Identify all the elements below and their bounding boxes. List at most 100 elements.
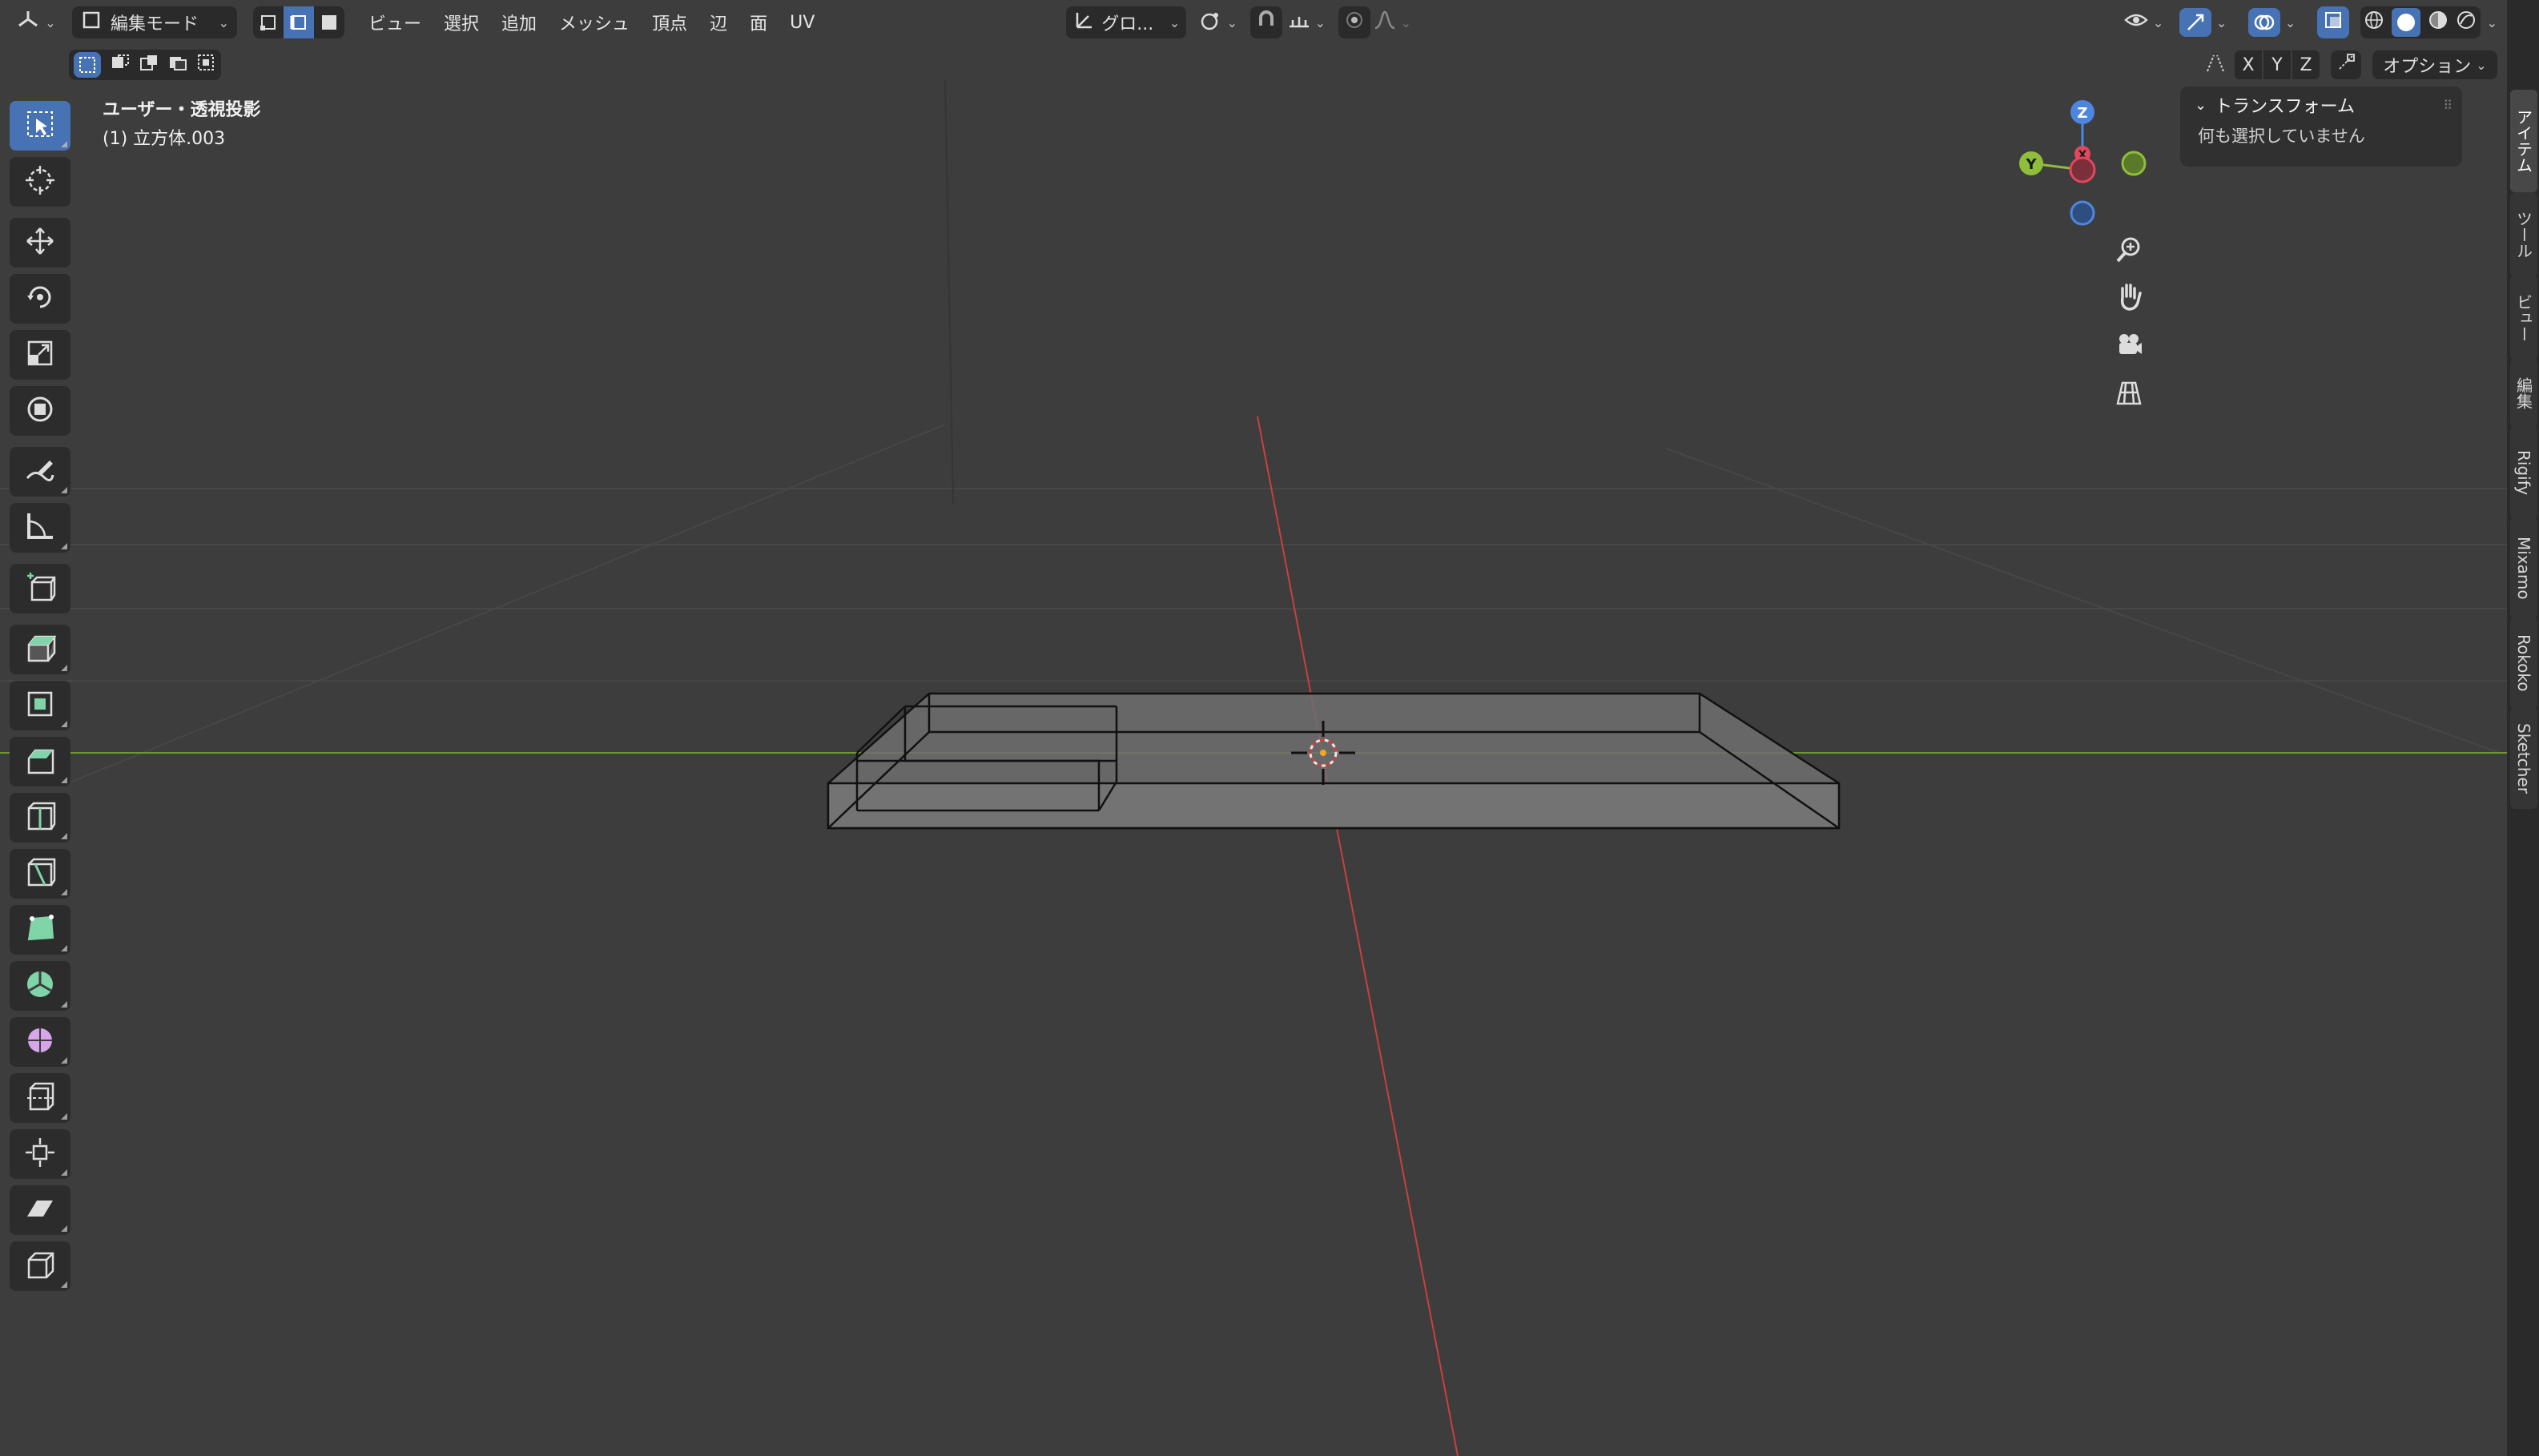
snap-increment-icon [1288,10,1310,34]
tool-transform[interactable] [10,386,70,436]
falloff-dropdown[interactable]: ⌄ [1370,6,1414,38]
snap-icon [1256,10,1277,35]
mode-label: 編集モード [111,14,199,34]
tool-select-box[interactable] [10,101,70,151]
subheader-right-group: X Y Z オプション ⌄ [2204,50,2497,79]
mirror-z-button[interactable]: Z [2292,50,2320,79]
shrink-fatten-icon [24,1136,56,1172]
select-extend-icon[interactable] [111,54,130,76]
mirror-y-button[interactable]: Y [2263,50,2291,79]
tool-measure[interactable] [10,503,70,553]
mode-dropdown[interactable]: 編集モード ⌄ [72,6,237,38]
shear-icon [24,1193,56,1228]
options-dropdown[interactable]: オプション ⌄ [2372,50,2497,79]
tool-spin[interactable] [10,961,70,1011]
gizmo-neg-x-axis [2069,156,2096,183]
select-invert-icon[interactable] [168,54,187,76]
material-shading-icon[interactable] [2428,10,2448,35]
chevron-down-icon: ⌄ [2284,14,2296,30]
tool-rotate[interactable] [10,274,70,324]
perspective-toggle-button[interactable] [2106,372,2151,416]
overlays-toggle[interactable]: ⌄ [2242,6,2303,38]
auto-merge-toggle[interactable] [2331,50,2361,79]
zoom-icon [2114,235,2143,267]
tool-add-cube[interactable] [10,564,70,613]
pivot-point-button[interactable]: ⌄ [1196,6,1241,38]
viewport-header: ⌄ 編集モード ⌄ ビュー 選択 追加 メッシュ 頂点 辺 面 UV グロ...… [0,0,2507,45]
gizmo-toggle[interactable]: ⌄ [2173,6,2234,38]
camera-icon [2114,330,2143,362]
navigation-gizmo[interactable]: Z Y X [2018,96,2179,232]
gizmo-neg-y-axis [2121,151,2147,176]
camera-view-button[interactable] [2106,324,2151,368]
tool-inset[interactable] [10,681,70,730]
mirror-x-button[interactable]: X [2235,50,2262,79]
zoom-button[interactable] [2106,229,2151,274]
face-select-icon[interactable] [314,6,344,38]
menu-mesh[interactable]: メッシュ [548,6,641,38]
select-subtract-icon[interactable] [139,54,159,76]
menu-add[interactable]: 追加 [490,6,548,38]
menu-edge[interactable]: 辺 [698,6,738,38]
select-intersect-icon[interactable] [197,54,216,76]
tool-extrude[interactable] [10,625,70,674]
tab-rokoko[interactable]: Rokoko [2510,617,2537,710]
tab-rigify[interactable]: Rigify [2510,426,2537,519]
tool-rip[interactable] [10,1241,70,1291]
proportional-edit-toggle[interactable] [1338,6,1371,38]
edge-select-icon[interactable] [284,6,314,38]
selection-mode-group [69,50,221,80]
vertex-select-icon[interactable] [253,6,284,38]
menu-face[interactable]: 面 [738,6,779,38]
tool-bevel[interactable] [10,737,70,786]
tool-move[interactable] [10,218,70,267]
menu-vertex[interactable]: 頂点 [641,6,698,38]
tool-cursor[interactable] [10,157,70,207]
extrude-icon [24,632,57,667]
visibility-dropdown[interactable]: ⌄ [2120,6,2168,38]
orientation-label: グロ... [1101,14,1154,34]
tab-tool[interactable]: ツール [2510,192,2537,277]
transform-panel: ⌄ トランスフォーム ⠿ 何も選択していません [2180,86,2462,167]
transform-orientation-dropdown[interactable]: グロ... ⌄ [1066,6,1187,38]
svg-text:Z: Z [2077,105,2087,122]
tab-view[interactable]: ビュー [2510,276,2537,360]
object-name-text: (1) 立方体.003 [103,129,226,149]
options-label: オプション [2383,57,2472,77]
tool-knife[interactable] [10,849,70,899]
tool-loop-cut[interactable] [10,793,70,843]
snap-toggle[interactable] [1250,6,1283,38]
orientation-icon [1074,10,1095,35]
annotate-icon [24,454,56,489]
tool-scale[interactable] [10,330,70,380]
rendered-shading-icon[interactable] [2456,10,2477,35]
menu-select[interactable]: 選択 [433,6,490,38]
solid-shading-icon[interactable] [2392,8,2421,37]
tool-annotate[interactable] [10,447,70,497]
snap-target-dropdown[interactable]: ⌄ [1282,6,1330,38]
bevel-icon [24,744,56,779]
tab-edit[interactable]: 編集 [2510,359,2537,428]
xray-icon [2324,10,2343,34]
tab-item[interactable]: アイテム [2510,90,2537,192]
drag-handle-icon[interactable]: ⠿ [2443,98,2452,113]
select-new-icon[interactable] [74,52,101,78]
view-name-text: ユーザー・透視投影 [103,100,261,120]
tab-mixamo[interactable]: Mixamo [2510,517,2537,618]
measure-icon [24,510,56,545]
wireframe-shading-icon[interactable] [2364,10,2384,35]
editor-type-button[interactable]: ⌄ [10,6,62,38]
pan-button[interactable] [2106,276,2151,320]
menu-uv[interactable]: UV [779,6,826,38]
transform-panel-header[interactable]: ⌄ トランスフォーム ⠿ [2180,86,2462,123]
tool-shear[interactable] [10,1185,70,1235]
shading-options-chevron-icon[interactable]: ⌄ [2487,15,2497,30]
tool-shrink-fatten[interactable] [10,1129,70,1179]
tool-edge-slide[interactable] [10,1073,70,1123]
cursor-icon [24,164,56,199]
xray-toggle[interactable] [2316,6,2349,38]
tab-sketcher[interactable]: Sketcher [2510,708,2537,809]
tool-poly-build[interactable] [10,905,70,955]
menu-view[interactable]: ビュー [357,6,433,38]
tool-smooth[interactable] [10,1017,70,1067]
